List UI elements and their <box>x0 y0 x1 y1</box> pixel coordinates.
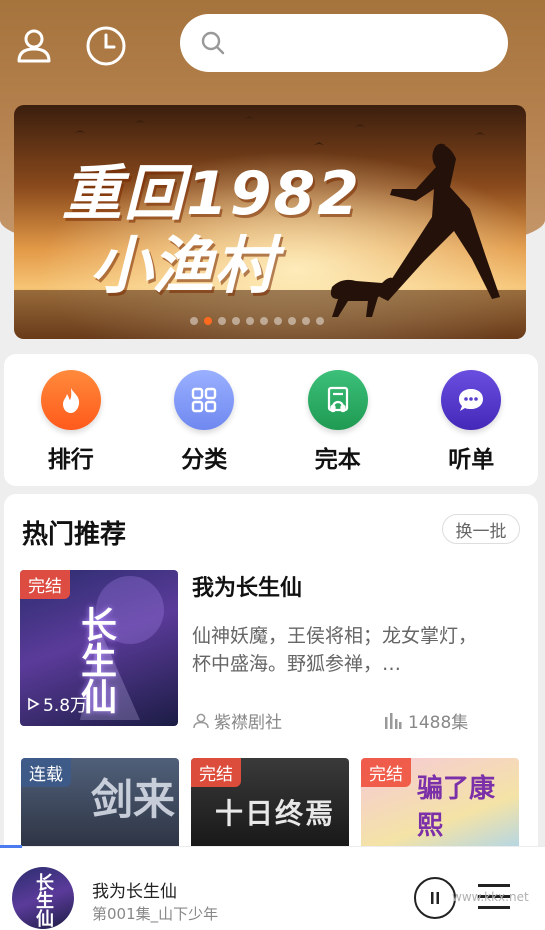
search-bar[interactable] <box>180 14 508 72</box>
watermark-text: www.kkx.net <box>452 890 529 904</box>
carousel-dot[interactable] <box>288 317 296 325</box>
carousel-dot[interactable] <box>316 317 324 325</box>
status-badge: 完结 <box>361 758 411 787</box>
cover-title-text: 十日终焉 <box>215 797 336 830</box>
refresh-button[interactable]: 换一批 <box>442 514 520 544</box>
book-headphones-icon <box>307 370 368 430</box>
search-input[interactable] <box>236 33 508 53</box>
status-badge: 完结 <box>20 570 70 599</box>
featured-book-description: 仙神妖魔，王侯将相；龙女掌灯，杯中盛海。野狐参禅，… <box>192 625 478 675</box>
now-playing-title: 我为长生仙 <box>92 882 177 902</box>
chat-bubble-icon <box>441 370 502 430</box>
featured-book-cover[interactable]: 长生仙 完结 5.8万 <box>20 570 178 726</box>
pause-icon <box>431 892 439 904</box>
carousel-indicator <box>190 317 324 325</box>
carousel-dot[interactable] <box>260 317 268 325</box>
episode-count: 1488集 <box>408 713 469 733</box>
history-clock-icon[interactable] <box>84 24 128 68</box>
book-cover-1[interactable]: 剑来 连载 <box>21 758 179 858</box>
status-badge: 完结 <box>191 758 241 787</box>
nav-ranking[interactable]: 排行 <box>21 370 121 474</box>
mini-player[interactable]: 长生仙 我为长生仙 第001集_山下少年 <box>0 845 545 930</box>
nav-completed[interactable]: 完本 <box>288 370 388 474</box>
featured-book-title[interactable]: 我为长生仙 <box>192 570 302 602</box>
cover-title-text: 剑来 <box>91 775 176 824</box>
flame-icon <box>40 370 101 430</box>
banner-title-line2: 小渔村 <box>90 229 277 302</box>
featured-book-author: 紫襟剧社 <box>192 708 282 733</box>
nav-playlist-label: 听单 <box>448 447 495 473</box>
nav-playlist[interactable]: 听单 <box>421 370 521 474</box>
playback-progress <box>0 845 22 848</box>
promo-banner[interactable]: 重回1982 小渔村 <box>14 105 526 339</box>
play-count-value: 5.8万 <box>43 696 88 716</box>
now-playing-cover[interactable]: 长生仙 <box>12 867 74 929</box>
now-playing-episode: 第001集_山下少年 <box>92 905 219 923</box>
bars-icon <box>385 712 402 729</box>
book-cover-3[interactable]: 骗了康熙 完结 <box>361 758 519 858</box>
search-icon <box>201 31 225 55</box>
nav-ranking-label: 排行 <box>47 447 94 473</box>
section-title: 热门推荐 <box>22 520 127 550</box>
quick-nav-card: 排行 分类 完本 听单 <box>4 354 538 486</box>
carousel-dot[interactable] <box>246 317 254 325</box>
cover-title-text: 长生仙 <box>33 873 54 927</box>
status-badge: 连载 <box>21 758 71 787</box>
carousel-dot[interactable] <box>218 317 226 325</box>
carousel-dot[interactable] <box>232 317 240 325</box>
play-count: 5.8万 <box>26 691 87 716</box>
grid-icon <box>174 370 235 430</box>
carousel-dot[interactable] <box>190 317 198 325</box>
play-icon <box>28 697 40 710</box>
person-icon <box>193 713 209 728</box>
cover-title-text: 骗了康熙 <box>417 774 496 841</box>
carousel-dot[interactable] <box>302 317 310 325</box>
carousel-dot[interactable] <box>204 317 212 325</box>
carousel-dot[interactable] <box>274 317 282 325</box>
nav-category[interactable]: 分类 <box>154 370 254 474</box>
nav-category-label: 分类 <box>181 447 228 473</box>
profile-icon[interactable] <box>12 24 56 68</box>
author-name: 紫襟剧社 <box>214 713 282 733</box>
pause-button[interactable] <box>414 877 456 919</box>
featured-book-episodes: 1488集 <box>384 708 468 733</box>
nav-completed-label: 完本 <box>314 447 361 473</box>
book-cover-2[interactable]: 十日终焉 完结 <box>191 758 349 858</box>
